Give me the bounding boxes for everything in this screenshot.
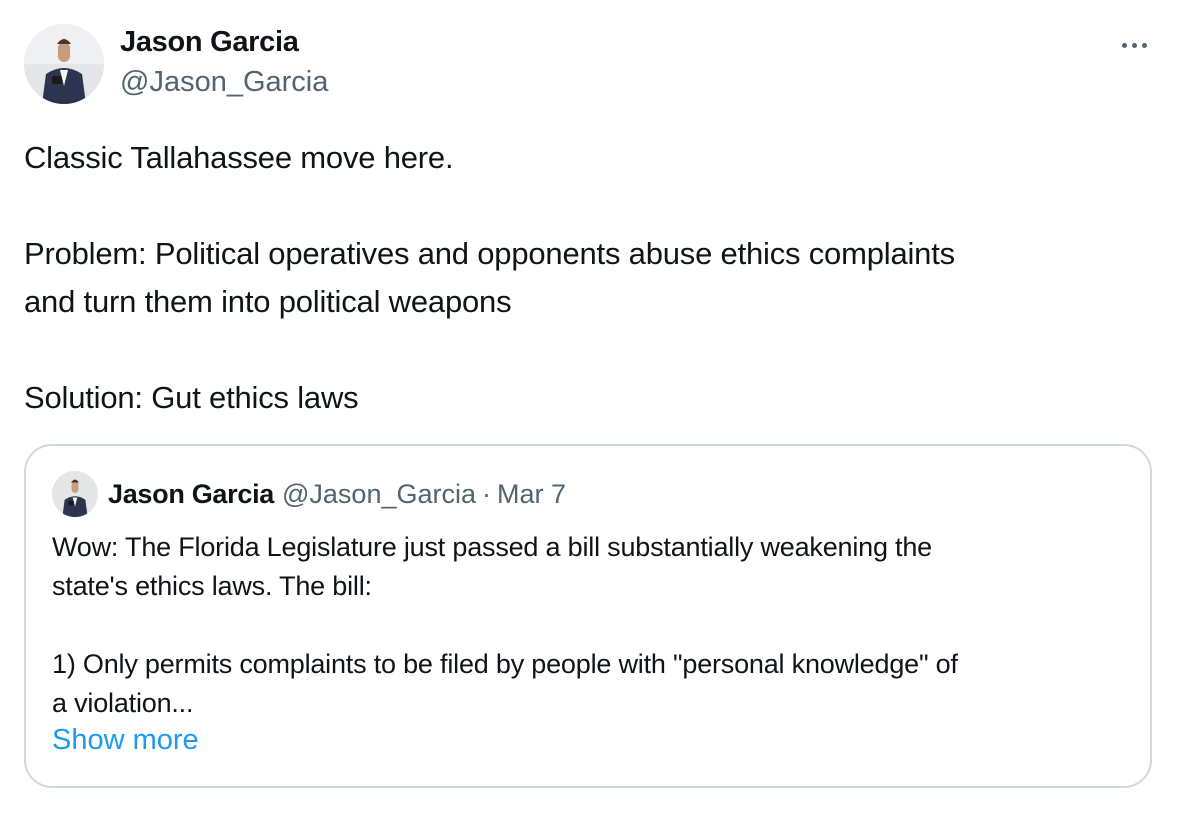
quoted-text-line: Wow: The Florida Legislature just passed… (52, 532, 932, 562)
show-more-link[interactable]: Show more (52, 724, 199, 757)
tweet-text-line: Problem: Political operatives and oppone… (24, 236, 955, 271)
quoted-tweet-header: Jason Garcia @Jason_Garcia · Mar 7 (52, 470, 566, 518)
more-horizontal-icon-dot (1131, 42, 1137, 48)
quoted-author-avatar (52, 471, 98, 517)
quoted-author-avatar-image (52, 471, 98, 517)
quoted-separator: · (482, 478, 491, 509)
author-avatar-image (24, 24, 104, 104)
author-avatar[interactable] (24, 24, 104, 104)
quoted-tweet-text: Wow: The Florida Legislature just passed… (52, 528, 1132, 723)
tweet-text-line: and turn them into political weapons (24, 284, 512, 319)
tweet-text-line: Classic Tallahassee move here. (24, 140, 454, 175)
tweet-text: Classic Tallahassee move here. Problem: … (24, 134, 1144, 422)
quoted-text-line: a violation... (52, 688, 194, 718)
quoted-date: Mar 7 (497, 478, 567, 509)
tweet-text-line: Solution: Gut ethics laws (24, 380, 359, 415)
author-name[interactable]: Jason Garcia (120, 26, 299, 59)
quoted-text-line: state's ethics laws. The bill: (52, 571, 372, 601)
more-options-button[interactable] (1114, 30, 1154, 60)
quoted-author-handle: @Jason_Garcia (282, 478, 476, 509)
more-horizontal-icon (1121, 42, 1127, 48)
quoted-author-name: Jason Garcia (108, 478, 274, 509)
quoted-tweet[interactable]: Jason Garcia @Jason_Garcia · Mar 7 Wow: … (24, 444, 1152, 788)
more-horizontal-icon-dot (1141, 42, 1147, 48)
tweet: Jason Garcia @Jason_Garcia Classic Talla… (0, 0, 1178, 818)
quoted-text-line: 1) Only permits complaints to be filed b… (52, 649, 958, 679)
author-handle[interactable]: @Jason_Garcia (120, 66, 328, 99)
